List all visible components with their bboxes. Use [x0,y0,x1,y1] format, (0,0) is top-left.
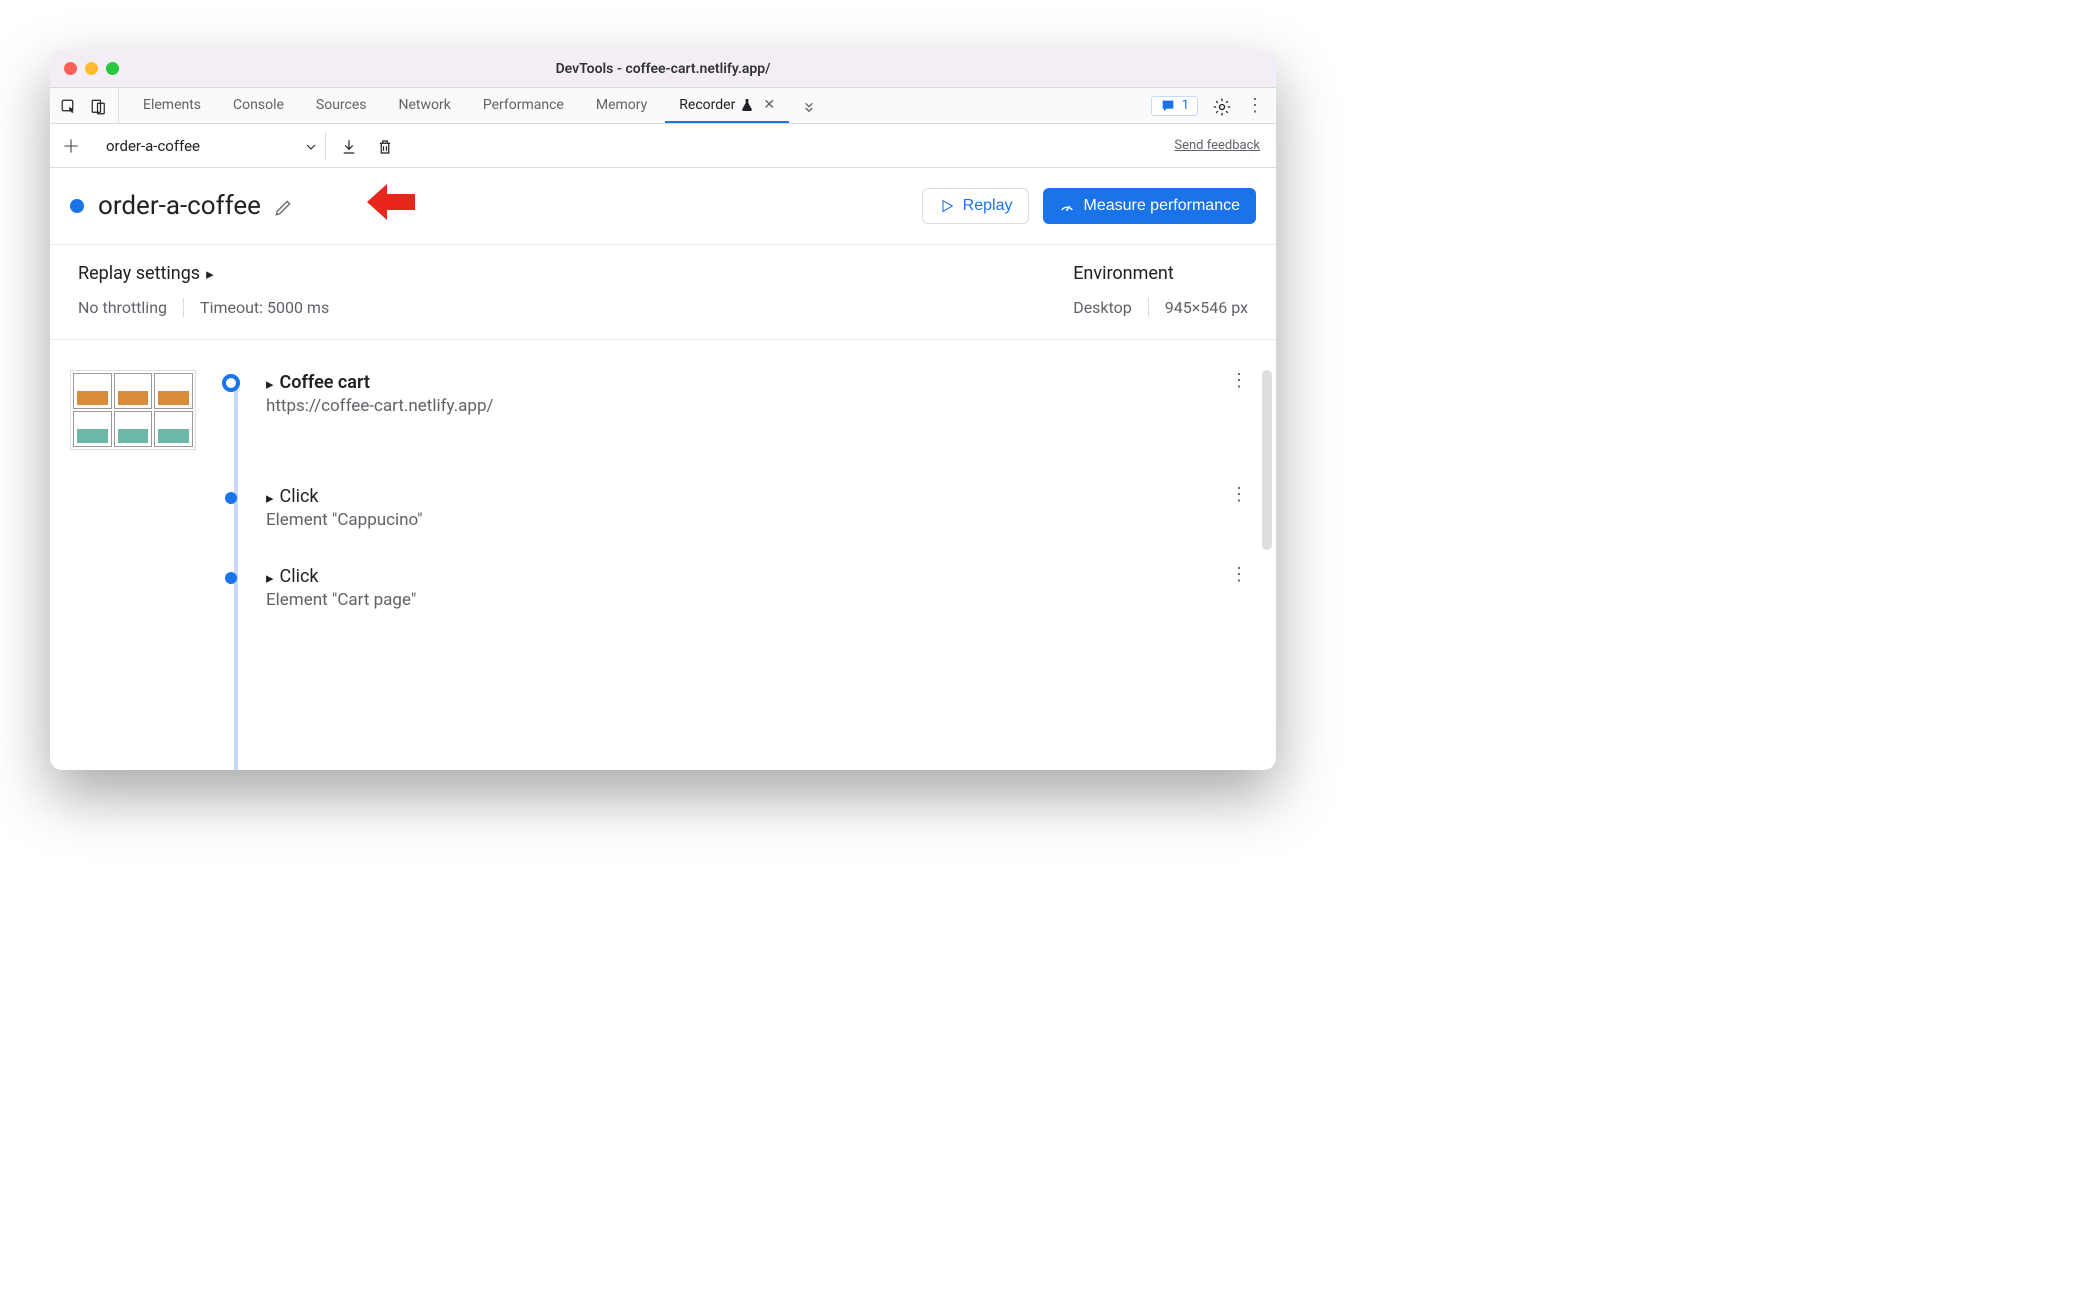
window-minimize-button[interactable] [85,62,98,75]
window-close-button[interactable] [64,62,77,75]
expand-step-icon[interactable] [266,370,274,394]
issues-badge[interactable]: 1 [1151,96,1198,116]
step-row[interactable]: Click Element "Cappucino" ⋮ [70,484,1256,530]
timeline-node [225,492,237,504]
settings-gear-icon[interactable] [1212,94,1232,118]
more-tabs-icon[interactable] [793,88,825,123]
recording-dropdown-value: order-a-coffee [106,137,200,155]
tab-recorder[interactable]: Recorder ✕ [665,88,789,123]
settings-row: Replay settings No throttling Timeout: 5… [50,245,1276,340]
step-row[interactable]: Click Element "Cart page" ⋮ [70,564,1256,610]
export-icon[interactable] [340,134,358,158]
expand-step-icon[interactable] [266,564,274,588]
replay-button-label: Replay [963,197,1013,215]
measure-button-label: Measure performance [1083,197,1240,215]
step-menu-icon[interactable]: ⋮ [1222,370,1256,391]
timeline-node [225,572,237,584]
expand-step-icon[interactable] [266,484,274,508]
environment-header: Environment [1073,263,1248,284]
recording-title: order-a-coffee [98,191,261,221]
step-menu-icon[interactable]: ⋮ [1222,484,1256,505]
step-menu-icon[interactable]: ⋮ [1222,564,1256,585]
tab-network[interactable]: Network [385,88,465,123]
tab-console[interactable]: Console [219,88,298,123]
steps-timeline: Coffee cart https://coffee-cart.netlify.… [50,340,1276,770]
device-value: Desktop [1073,298,1132,317]
step-row[interactable]: Coffee cart https://coffee-cart.netlify.… [70,370,1256,450]
tab-close-icon[interactable]: ✕ [763,97,775,113]
device-toggle-icon[interactable] [90,94,108,118]
viewport-value: 945×546 px [1165,298,1248,317]
edit-title-icon[interactable] [273,194,293,218]
timeout-value[interactable]: Timeout: 5000 ms [200,298,329,317]
chevron-right-icon [206,263,214,284]
delete-icon[interactable] [376,134,394,158]
beaker-icon [739,96,755,112]
timeline-node [222,374,240,392]
recording-status-dot [70,199,84,213]
replay-settings-header[interactable]: Replay settings [78,263,329,284]
step-subtitle: https://coffee-cart.netlify.app/ [266,396,494,416]
step-title: Click [280,486,319,507]
step-subtitle: Element "Cappucino" [266,510,423,530]
step-subtitle: Element "Cart page" [266,590,416,610]
new-recording-button[interactable] [60,135,82,157]
more-menu-icon[interactable]: ⋮ [1246,95,1264,116]
title-bar: DevTools - coffee-cart.netlify.app/ [50,50,1276,88]
step-title: Coffee cart [280,372,370,393]
step-thumbnail[interactable] [70,370,196,450]
chevron-down-icon [303,136,319,154]
recording-selector-dropdown[interactable]: order-a-coffee [96,132,326,160]
inspect-element-icon[interactable] [60,94,78,118]
throttling-value[interactable]: No throttling [78,298,167,317]
recording-header: order-a-coffee Replay Measure performanc… [50,168,1276,245]
step-title: Click [280,566,319,587]
tab-sources[interactable]: Sources [302,88,381,123]
tab-performance[interactable]: Performance [469,88,578,123]
window-title: DevTools - coffee-cart.netlify.app/ [50,61,1276,77]
scrollbar[interactable] [1262,370,1272,550]
window-maximize-button[interactable] [106,62,119,75]
send-feedback-link[interactable]: Send feedback [1174,138,1260,153]
replay-button[interactable]: Replay [922,188,1030,224]
measure-performance-button[interactable]: Measure performance [1043,188,1256,224]
devtools-tabstrip: Elements Console Sources Network Perform… [50,88,1276,124]
devtools-window: DevTools - coffee-cart.netlify.app/ Elem… [50,50,1276,770]
recorder-toolbar: order-a-coffee Send feedback [50,124,1276,168]
annotation-arrow [365,182,417,227]
traffic-lights [64,62,119,75]
tab-elements[interactable]: Elements [129,88,215,123]
tab-memory[interactable]: Memory [582,88,661,123]
issues-count: 1 [1182,98,1189,113]
